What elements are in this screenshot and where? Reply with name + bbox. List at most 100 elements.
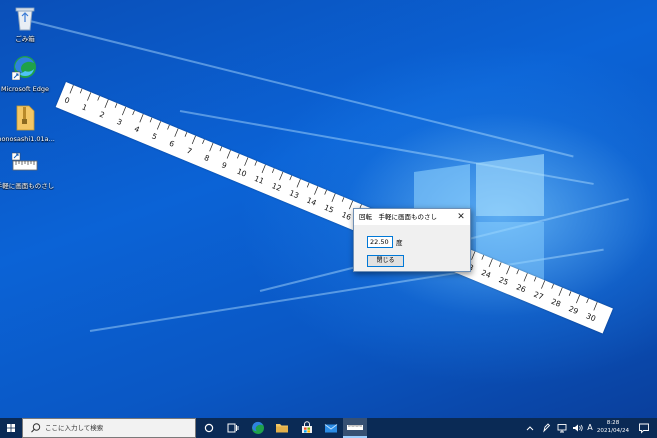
ruler-major-tick xyxy=(576,294,581,304)
ruler-major-tick xyxy=(471,251,476,260)
ruler-minor-tick xyxy=(167,124,170,130)
ruler-minor-tick xyxy=(568,291,572,296)
clock-date: 2021/04/24 xyxy=(596,427,630,434)
ruler-tick-label: 13 xyxy=(288,188,300,200)
tray-network[interactable] xyxy=(555,418,569,438)
desktop-icon-label: monosashi1.01a... xyxy=(0,135,55,143)
ruler-major-tick xyxy=(279,171,284,181)
ruler-major-tick xyxy=(331,193,336,203)
ruler-tick-label: 12 xyxy=(270,181,282,193)
ruler-minor-tick xyxy=(516,269,519,275)
ruler-tick-label: 15 xyxy=(323,203,335,215)
ruler-tick-label: 25 xyxy=(497,275,509,287)
ruler-minor-tick xyxy=(324,189,327,195)
ruler-tick-label: 29 xyxy=(567,304,579,316)
search-placeholder: ここに入力して検索 xyxy=(45,424,104,432)
dialog-title: 回転 手軽に画面ものさし xyxy=(359,213,437,221)
ruler-minor-tick xyxy=(184,131,188,137)
ruler-minor-tick xyxy=(237,153,240,159)
edge-icon xyxy=(252,421,264,434)
notification-icon xyxy=(639,423,649,434)
store-icon xyxy=(302,421,312,433)
tray-pen-workspace[interactable] xyxy=(539,418,553,438)
rotate-dialog: 回転 手軽に画面ものさし ✕ 22.50 度 閉じる xyxy=(353,208,471,272)
ruler-major-tick xyxy=(296,178,301,188)
ruler-tick-label: 2 xyxy=(98,110,106,120)
ruler-tick-label: 5 xyxy=(150,131,158,141)
ruler-app-icon xyxy=(347,425,363,430)
ruler-major-tick xyxy=(191,135,196,145)
taskbar-file-explorer[interactable] xyxy=(270,418,294,438)
ruler-minor-tick xyxy=(132,110,135,116)
ruler-minor-tick xyxy=(481,254,485,260)
ruler-minor-tick xyxy=(97,95,100,101)
task-view-button[interactable] xyxy=(221,418,245,438)
taskbar-mail[interactable] xyxy=(319,418,343,438)
folder-icon xyxy=(276,424,288,433)
ruler-major-tick xyxy=(156,121,162,130)
start-button[interactable] xyxy=(0,418,22,438)
ruler-major-tick xyxy=(209,142,214,152)
ruler-minor-tick xyxy=(79,88,83,94)
ruler-major-tick xyxy=(69,84,74,94)
desktop-icon-label: ごみ箱 xyxy=(15,35,35,43)
ruler-tick-label: 11 xyxy=(253,174,265,186)
ruler-tick-label: 30 xyxy=(585,311,597,323)
desktop-icon-ruler-app[interactable]: 手軽に画面ものさし xyxy=(0,151,55,190)
ruler-major-tick xyxy=(541,280,546,289)
dialog-titlebar[interactable]: 回転 手軽に画面ものさし ✕ xyxy=(354,209,470,225)
taskbar-search-box[interactable]: ここに入力して検索 xyxy=(22,418,196,438)
angle-input[interactable]: 22.50 xyxy=(367,236,393,248)
ruler-minor-tick xyxy=(114,103,118,108)
chevron-up-icon xyxy=(526,426,534,431)
desktop-icon-zip-folder[interactable]: monosashi1.01a... xyxy=(0,104,55,143)
ruler-minor-tick xyxy=(289,175,292,181)
ruler-major-tick xyxy=(261,164,266,174)
ruler-minor-tick xyxy=(533,276,537,282)
show-hidden-icons[interactable] xyxy=(523,418,537,438)
tray-volume[interactable] xyxy=(570,418,584,438)
desktop-icon-edge[interactable]: Microsoft Edge xyxy=(0,54,55,93)
ruler-major-tick xyxy=(174,128,179,137)
ruler-minor-tick xyxy=(149,117,153,123)
ruler-minor-tick xyxy=(219,146,223,152)
close-button[interactable]: 閉じる xyxy=(367,255,404,267)
ruler-minor-tick xyxy=(498,262,502,268)
taskbar-ruler-app[interactable] xyxy=(343,418,367,438)
mail-icon xyxy=(324,424,338,433)
action-center-button[interactable] xyxy=(634,418,654,438)
ruler-tick-label: 8 xyxy=(203,153,211,163)
taskbar-clock[interactable]: 8:28 2021/04/24 xyxy=(594,420,632,435)
task-view-icon xyxy=(227,423,239,433)
ruler-minor-tick xyxy=(254,160,258,166)
taskbar-edge[interactable] xyxy=(246,418,270,438)
ruler-minor-tick xyxy=(586,298,589,304)
ruler-tick-label: 0 xyxy=(63,95,71,105)
ruler-minor-tick xyxy=(306,182,310,188)
network-icon xyxy=(557,424,567,433)
ruler-major-tick xyxy=(593,301,598,311)
dialog-close-icon[interactable]: ✕ xyxy=(452,209,470,225)
ruler-major-tick xyxy=(104,99,109,108)
ruler-major-tick xyxy=(314,186,319,195)
angle-unit-label: 度 xyxy=(396,239,403,247)
search-icon xyxy=(31,423,41,433)
ruler-tick-label: 28 xyxy=(550,297,562,309)
ruler-minor-tick xyxy=(341,197,345,202)
desktop-icon-recycle-bin[interactable]: ごみ箱 xyxy=(0,4,55,43)
ruler-major-tick xyxy=(87,92,92,101)
ruler-tick-label: 1 xyxy=(81,102,89,112)
ruler-major-tick xyxy=(523,272,528,282)
speaker-icon xyxy=(573,424,583,432)
cortana-button[interactable] xyxy=(197,418,221,438)
ruler-major-tick xyxy=(122,106,127,116)
taskbar: ここに入力して検索 A 8:28 2021/04/24 xyxy=(0,418,657,438)
ruler-major-tick xyxy=(558,287,563,297)
windows-start-icon xyxy=(7,424,15,432)
edge-icon xyxy=(11,54,38,82)
taskbar-store[interactable] xyxy=(295,418,319,438)
ruler-minor-tick xyxy=(202,139,205,145)
ruler-major-tick xyxy=(226,150,231,159)
ruler-tick-label: 7 xyxy=(185,146,193,156)
ruler-tick-label: 4 xyxy=(133,124,141,134)
